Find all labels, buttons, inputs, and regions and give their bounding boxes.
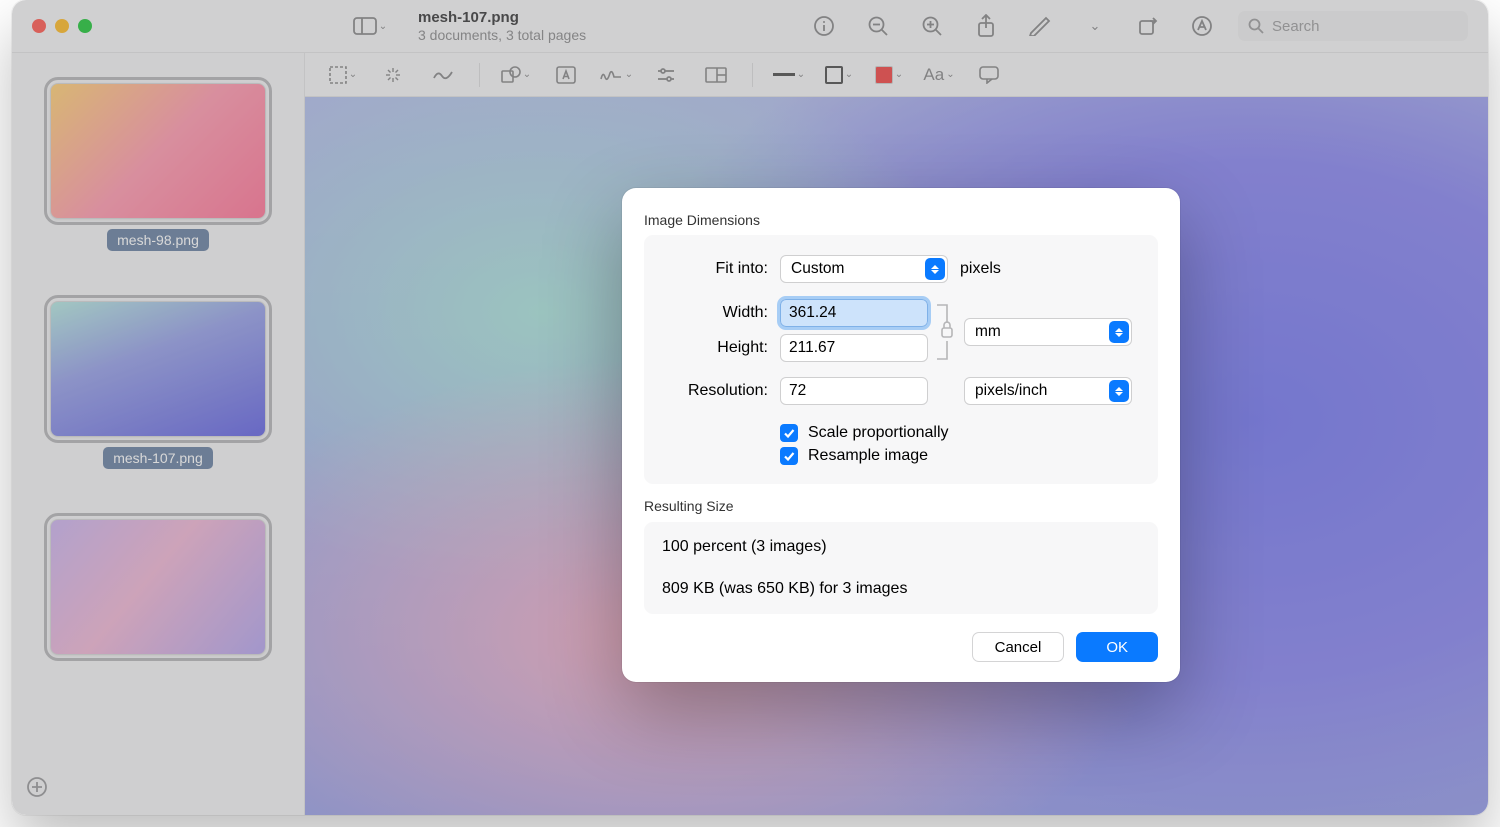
search-placeholder: Search xyxy=(1272,18,1320,35)
markup-toolbar: ⌄ ⌄ ⌄ ⌄ ⌄ ⌄ Aa⌄ xyxy=(305,53,1488,97)
lock-aspect-icon[interactable] xyxy=(932,299,960,365)
zoom-in-button[interactable] xyxy=(914,11,950,41)
thumbnail-2[interactable]: mesh-107.png xyxy=(30,301,286,469)
zoom-window-button[interactable] xyxy=(78,19,92,33)
dimension-unit-select[interactable]: mm xyxy=(964,318,1132,346)
ok-button[interactable]: OK xyxy=(1076,632,1158,662)
text-style-tool[interactable]: Aa⌄ xyxy=(921,60,957,90)
cancel-button[interactable]: Cancel xyxy=(972,632,1065,662)
width-label: Width: xyxy=(662,304,768,322)
thumbnail-image-2 xyxy=(50,301,266,437)
resulting-size-heading: Resulting Size xyxy=(644,498,1158,514)
select-arrows-icon xyxy=(1109,321,1129,343)
add-page-button[interactable] xyxy=(26,776,48,803)
fill-color-tool[interactable]: ⌄ xyxy=(871,60,907,90)
rotate-button[interactable] xyxy=(1130,11,1166,41)
search-icon xyxy=(1248,18,1264,34)
titlebar: ⌄ mesh-107.png 3 documents, 3 total page… xyxy=(12,0,1488,53)
thumbnail-3[interactable] xyxy=(30,519,286,655)
zoom-out-button[interactable] xyxy=(860,11,896,41)
thumbnail-image-3 xyxy=(50,519,266,655)
adjust-size-tool[interactable] xyxy=(698,60,734,90)
sign-tool[interactable]: ⌄ xyxy=(598,60,634,90)
file-title: mesh-107.png xyxy=(418,9,586,27)
fit-into-unit-label: pixels xyxy=(960,260,1001,278)
file-subtitle: 3 documents, 3 total pages xyxy=(418,27,586,44)
checkbox-checked-icon xyxy=(780,447,798,465)
resulting-size-panel: 100 percent (3 images) 809 KB (was 650 K… xyxy=(644,522,1158,614)
share-button[interactable] xyxy=(968,11,1004,41)
annotate-tool[interactable] xyxy=(971,60,1007,90)
thumbnail-sidebar: mesh-98.png mesh-107.png xyxy=(12,53,305,815)
resample-image-checkbox[interactable]: Resample image xyxy=(780,447,1140,465)
image-dimensions-heading: Image Dimensions xyxy=(644,212,1158,228)
shapes-tool[interactable]: ⌄ xyxy=(498,60,534,90)
sketch-tool[interactable] xyxy=(425,60,461,90)
instant-alpha-tool[interactable] xyxy=(375,60,411,90)
text-tool[interactable] xyxy=(548,60,584,90)
search-field[interactable]: Search xyxy=(1238,11,1468,41)
select-arrows-icon xyxy=(1109,380,1129,402)
height-input[interactable] xyxy=(780,334,928,362)
info-button[interactable] xyxy=(806,11,842,41)
minimize-window-button[interactable] xyxy=(55,19,69,33)
fit-into-value: Custom xyxy=(791,260,844,278)
thumbnail-label-2: mesh-107.png xyxy=(103,447,213,469)
line-style-tool[interactable]: ⌄ xyxy=(771,60,807,90)
preview-window: ⌄ mesh-107.png 3 documents, 3 total page… xyxy=(12,0,1488,815)
scale-proportionally-checkbox[interactable]: Scale proportionally xyxy=(780,424,1140,442)
markup-button[interactable] xyxy=(1022,11,1058,41)
fit-into-select[interactable]: Custom xyxy=(780,255,948,283)
scale-proportionally-label: Scale proportionally xyxy=(808,424,949,442)
result-filesize-text: 809 KB (was 650 KB) for 3 images xyxy=(662,580,1140,598)
adjust-color-tool[interactable] xyxy=(648,60,684,90)
height-label: Height: xyxy=(662,339,768,357)
markup-toolbar-button[interactable] xyxy=(1184,11,1220,41)
fit-into-label: Fit into: xyxy=(662,260,768,278)
result-percent-text: 100 percent (3 images) xyxy=(662,538,1140,556)
sidebar-toggle-button[interactable]: ⌄ xyxy=(352,11,388,41)
thumbnail-1[interactable]: mesh-98.png xyxy=(30,83,286,251)
adjust-size-dialog: Image Dimensions Fit into: Custom pixels… xyxy=(622,188,1180,682)
image-dimensions-panel: Fit into: Custom pixels Width: Height: xyxy=(644,235,1158,484)
checkbox-checked-icon xyxy=(780,424,798,442)
resolution-unit-select[interactable]: pixels/inch xyxy=(964,377,1132,405)
title-block: mesh-107.png 3 documents, 3 total pages xyxy=(418,9,586,44)
resolution-input[interactable] xyxy=(780,377,928,405)
markup-dropdown[interactable]: ⌄ xyxy=(1076,11,1112,41)
thumbnail-image-1 xyxy=(50,83,266,219)
dimension-unit-value: mm xyxy=(975,323,1001,341)
select-arrows-icon xyxy=(925,258,945,280)
width-input[interactable] xyxy=(780,299,928,327)
resolution-unit-value: pixels/inch xyxy=(975,382,1047,400)
selection-tool[interactable]: ⌄ xyxy=(325,60,361,90)
border-color-tool[interactable]: ⌄ xyxy=(821,60,857,90)
window-controls xyxy=(32,19,92,33)
resolution-label: Resolution: xyxy=(662,382,768,400)
resample-image-label: Resample image xyxy=(808,447,928,465)
close-window-button[interactable] xyxy=(32,19,46,33)
thumbnail-label-1: mesh-98.png xyxy=(107,229,209,251)
